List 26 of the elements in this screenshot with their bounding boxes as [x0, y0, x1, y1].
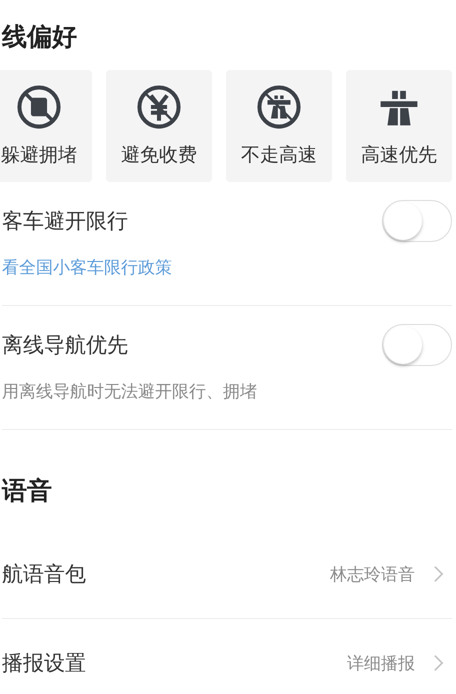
no-highway-icon	[256, 84, 302, 130]
setting-label: 客车避开限行	[2, 208, 128, 235]
section-title: 线偏好	[2, 21, 78, 48]
setting-label: 航语音包	[2, 561, 87, 588]
option-label: 高速优先	[361, 143, 437, 168]
toggle-switch[interactable]	[382, 324, 452, 366]
route-option-card[interactable]: 高速优先	[346, 70, 452, 182]
chevron-right-icon	[433, 564, 444, 584]
setting-note: 用离线导航时无法避开限行、拥堵	[2, 381, 257, 403]
chevron-right-icon	[433, 653, 444, 673]
no-toll-icon	[136, 84, 182, 130]
settings-row[interactable]: 航语音包 林志玲语音	[2, 530, 452, 619]
setting-label: 离线导航优先	[2, 332, 128, 359]
route-option-card[interactable]: 避免收费	[106, 70, 212, 182]
section-title: 语音	[2, 475, 53, 507]
route-option-card[interactable]: 躲避拥堵	[0, 70, 92, 182]
route-option-card[interactable]: 不走高速	[226, 70, 332, 182]
setting-label: 播报设置	[2, 650, 87, 677]
settings-row[interactable]: 播报设置 详细播报	[2, 619, 452, 694]
setting-value: 林志玲语音	[330, 564, 415, 586]
no-jam-icon	[16, 84, 62, 130]
option-label: 躲避拥堵	[1, 143, 77, 168]
toggle-switch[interactable]	[382, 200, 452, 242]
option-label: 避免收费	[121, 143, 197, 168]
option-label: 不走高速	[241, 143, 317, 168]
setting-value: 详细播报	[347, 652, 415, 674]
